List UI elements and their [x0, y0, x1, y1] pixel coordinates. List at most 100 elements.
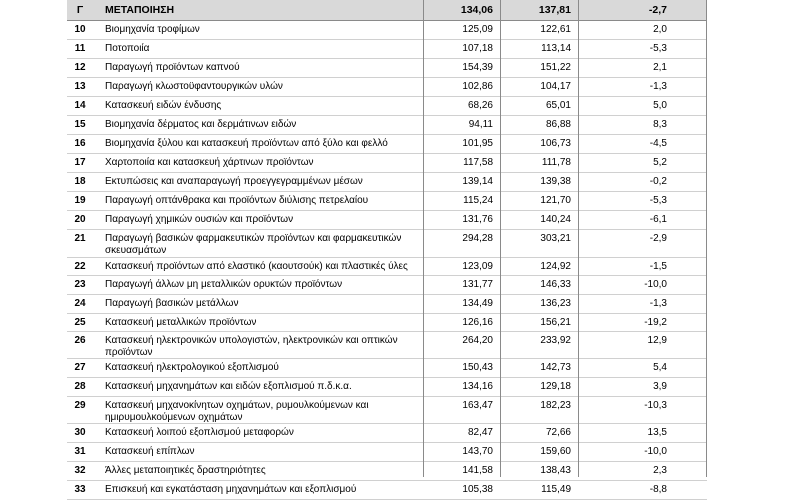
row-value-2: 129,18	[540, 381, 571, 392]
row-value-1: 82,47	[467, 427, 493, 438]
row-code: 26	[74, 335, 86, 346]
row-value-2: 121,70	[540, 195, 571, 206]
row-value-1: 264,20	[462, 335, 493, 346]
table-row: 21 Παραγωγή βασικών φαρμακευτικών προϊόντ…	[67, 230, 707, 258]
row-value-2: 151,22	[540, 62, 571, 73]
row-name: Κατασκευή μηχανοκίνητων οχημάτων, ρυμουλ…	[105, 400, 369, 423]
row-value-2: 156,21	[540, 317, 571, 328]
table-row: 29 Κατασκευή μηχανοκίνητων οχημάτων, ρυμο…	[67, 397, 707, 424]
row-code: 27	[74, 362, 86, 373]
row-value-1: 134,49	[462, 298, 493, 309]
table-row: 18 Εκτυπώσεις και αναπαραγωγή προεγγεγραμ…	[67, 173, 707, 192]
section-value-1: 134,06	[460, 4, 493, 16]
table-row: 33 Επισκευή και εγκατάσταση μηχανημάτων κ…	[67, 481, 707, 500]
row-value-2: 159,60	[540, 446, 571, 457]
table-row: 32 Άλλες μεταποιητικές δραστηριότητες 141,…	[67, 462, 707, 481]
row-value-1: 139,14	[462, 176, 493, 187]
row-code: 31	[74, 446, 86, 457]
row-value-2: 111,78	[541, 157, 571, 168]
column-divider	[500, 0, 501, 477]
table-row: 20 Παραγωγή χημικών ουσιών και προϊόντων 1…	[67, 211, 707, 230]
table-row: 22 Κατασκευή προϊόντων από ελαστικό (καου…	[67, 258, 707, 276]
row-change: 5,4	[653, 362, 667, 373]
table-row: 14 Κατασκευή ειδών ένδυσης 68,26 65,01 5,0	[67, 97, 707, 116]
row-name: Εκτυπώσεις και αναπαραγωγή προεγγεγραμμέ…	[105, 176, 363, 187]
row-change: 2,1	[653, 62, 667, 73]
row-value-1: 141,58	[462, 465, 493, 476]
table-row: 12 Παραγωγή προϊόντων καπνού 154,39 151,22 2…	[67, 59, 707, 78]
row-value-2: 140,24	[540, 214, 571, 225]
row-value-1: 115,24	[463, 195, 493, 206]
row-value-1: 163,47	[462, 400, 493, 411]
table-row: 15 Βιομηχανία δέρματος και δερμάτινων ειδ…	[67, 116, 707, 135]
row-name: Ποτοποιία	[105, 43, 150, 54]
row-change: -10,0	[644, 279, 667, 290]
row-code: 15	[74, 119, 86, 130]
row-change: -10,3	[644, 400, 667, 411]
row-name: Άλλες μεταποιητικές δραστηριότητες	[105, 465, 266, 476]
row-code: 10	[74, 24, 86, 35]
row-value-1: 123,09	[462, 261, 493, 272]
column-divider	[423, 0, 424, 477]
row-name: Παραγωγή προϊόντων καπνού	[105, 62, 240, 73]
table-row: 11 Ποτοποιία 107,18 113,14 -5,3	[67, 40, 707, 59]
section-name: ΜΕΤΑΠΟΙΗΣΗ	[105, 4, 175, 16]
row-change: -0,2	[649, 176, 667, 187]
row-value-2: 139,38	[540, 176, 571, 187]
row-code: 29	[74, 400, 86, 411]
column-divider	[706, 0, 707, 477]
table-header-row: Γ ΜΕΤΑΠΟΙΗΣΗ 134,06 137,81 -2,7	[67, 0, 707, 21]
row-value-1: 134,16	[462, 381, 493, 392]
row-code: 32	[74, 465, 86, 476]
table-row: 19 Παραγωγή οπτάνθρακα και προϊόντων διύλ…	[67, 192, 707, 211]
row-name: Κατασκευή ειδών ένδυσης	[105, 100, 222, 111]
row-code: 33	[74, 484, 86, 495]
row-name: Παραγωγή κλωστοϋφαντουργικών υλών	[105, 81, 283, 92]
row-code: 17	[74, 157, 86, 168]
row-change: -5,3	[649, 195, 667, 206]
manufacturing-index-table: Γ ΜΕΤΑΠΟΙΗΣΗ 134,06 137,81 -2,7 10 Βιομηχ…	[67, 0, 707, 500]
table-row: 31 Κατασκευή επίπλων 143,70 159,60 -10,0	[67, 443, 707, 462]
row-change: 8,3	[653, 119, 667, 130]
table-row: 13 Παραγωγή κλωστοϋφαντουργικών υλών 102,8…	[67, 78, 707, 97]
row-change: -8,8	[649, 484, 667, 495]
row-code: 21	[74, 233, 86, 244]
row-value-1: 101,95	[462, 138, 493, 149]
row-name: Παραγωγή άλλων μη μεταλλικών ορυκτών προ…	[105, 279, 343, 290]
row-value-1: 68,26	[467, 100, 493, 111]
row-value-1: 94,11	[468, 119, 493, 130]
row-change: 2,0	[653, 24, 667, 35]
row-value-2: 115,49	[541, 484, 571, 495]
row-code: 25	[74, 317, 86, 328]
row-value-2: 86,88	[545, 119, 571, 130]
section-change: -2,7	[648, 4, 667, 16]
row-change: -1,5	[649, 261, 667, 272]
table-row: 24 Παραγωγή βασικών μετάλλων 134,49 136,23 -…	[67, 295, 707, 314]
row-code: 20	[74, 214, 86, 225]
row-name: Βιομηχανία τροφίμων	[105, 24, 200, 35]
row-name: Κατασκευή προϊόντων από ελαστικό (καουτσ…	[105, 261, 408, 272]
row-value-2: 106,73	[540, 138, 571, 149]
row-value-1: 125,09	[462, 24, 493, 35]
row-change: -4,5	[649, 138, 667, 149]
section-value-2: 137,81	[538, 4, 571, 16]
table-row: 16 Βιομηχανία ξύλου και κατασκευή προϊόντ…	[67, 135, 707, 154]
row-value-1: 131,76	[462, 214, 493, 225]
row-value-1: 105,38	[462, 484, 493, 495]
row-change: -10,0	[644, 446, 667, 457]
row-name: Βιομηχανία δέρματος και δερμάτινων ειδών	[105, 119, 297, 130]
row-change: -1,3	[649, 298, 667, 309]
row-code: 23	[74, 279, 86, 290]
table-row: 30 Κατασκευή λοιπού εξοπλισμού μεταφορών 8…	[67, 424, 707, 443]
row-code: 18	[74, 176, 86, 187]
row-change: 2,3	[653, 465, 667, 476]
row-name: Χαρτοποιία και κατασκευή χάρτινων προϊόν…	[105, 157, 314, 168]
row-code: 14	[74, 100, 86, 111]
row-value-2: 303,21	[540, 233, 571, 244]
row-value-1: 102,86	[462, 81, 493, 92]
table-row: 10 Βιομηχανία τροφίμων 125,09 122,61 2,0	[67, 21, 707, 40]
table-row: 25 Κατασκευή μεταλλικών προϊόντων 126,16 15…	[67, 314, 707, 332]
row-code: 28	[74, 381, 86, 392]
row-name: Παραγωγή βασικών φαρμακευτικών προϊόντων…	[105, 233, 402, 256]
row-change: -2,9	[649, 233, 667, 244]
